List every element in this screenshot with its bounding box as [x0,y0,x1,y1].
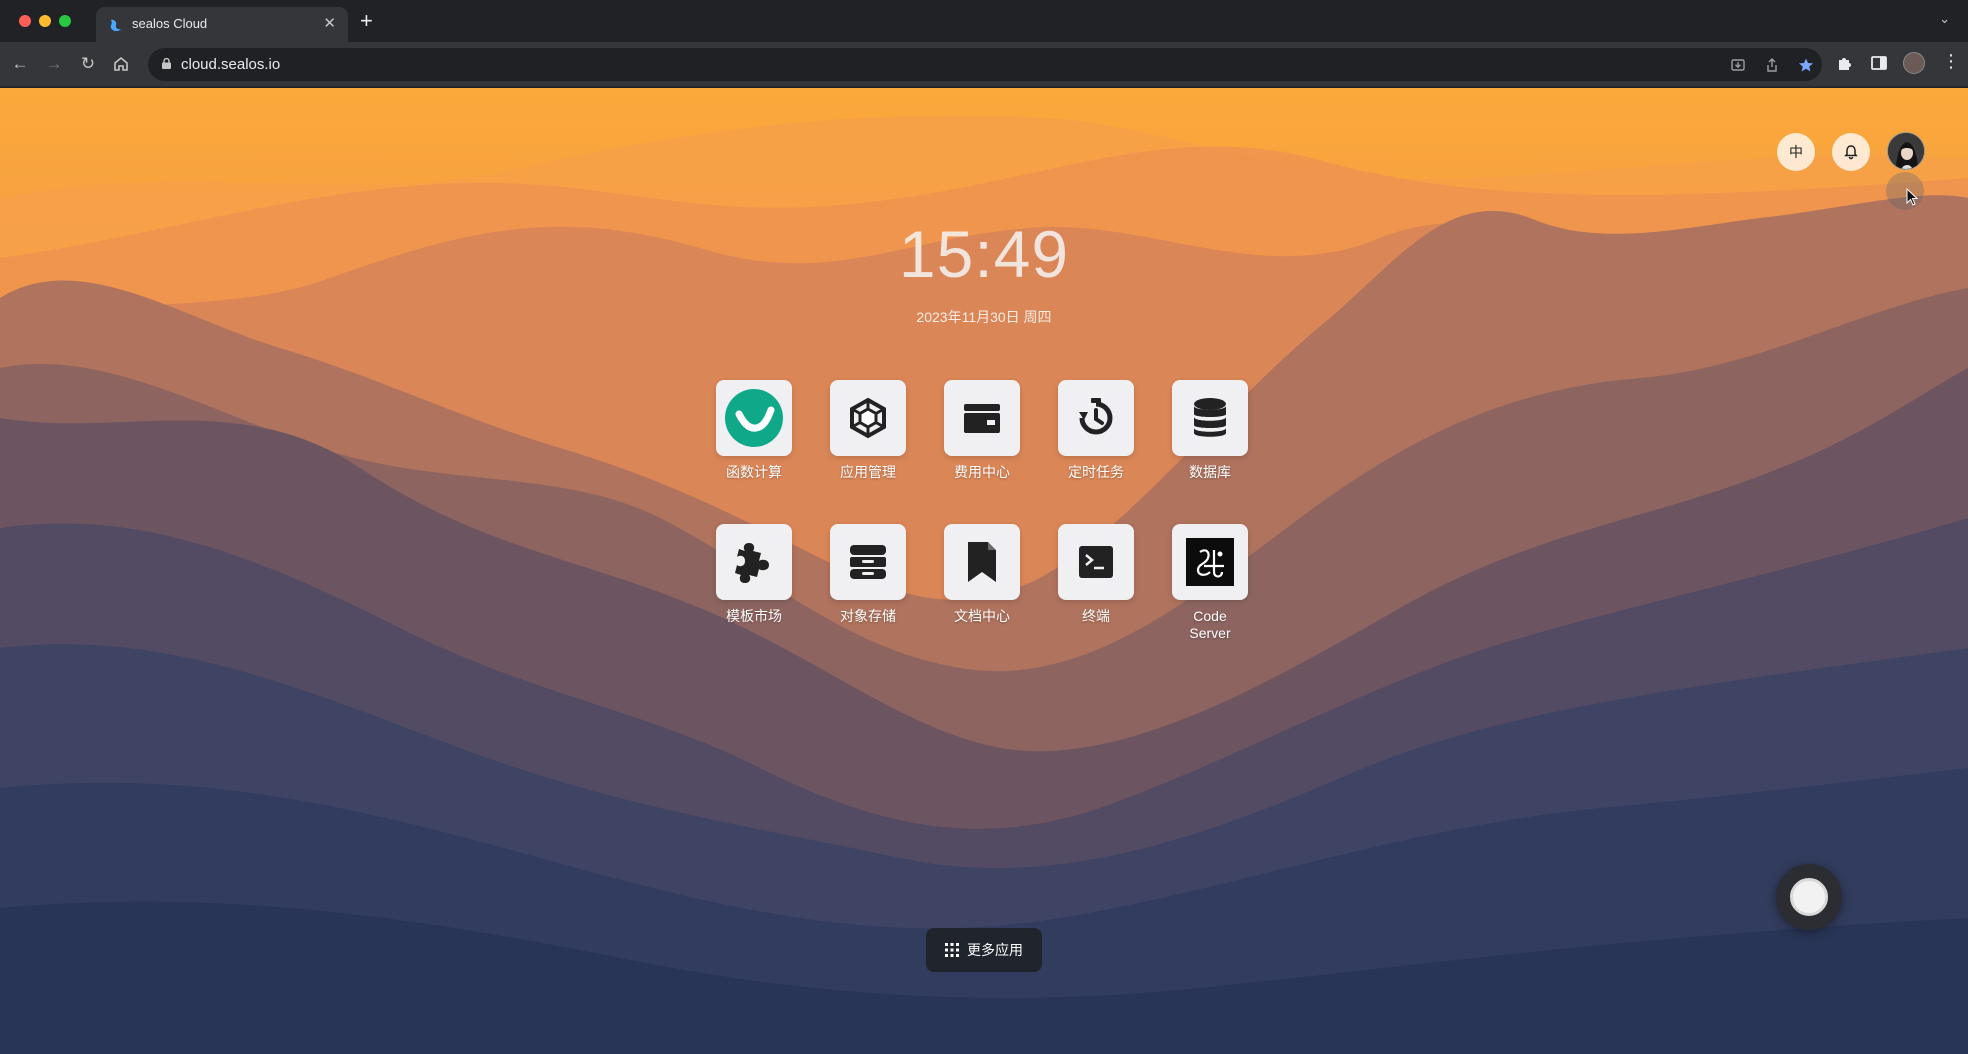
profile-avatar-icon[interactable] [1903,52,1925,74]
app-terminal[interactable]: 终端 [1051,524,1141,625]
url-text: cloud.sealos.io [181,56,281,73]
close-window-button[interactable] [19,15,31,27]
wallet-icon [964,404,1000,433]
tab-search-chevron-icon[interactable]: ⌄ [1939,11,1950,27]
mouse-pointer-icon [1906,188,1918,206]
notifications-button[interactable] [1832,133,1870,171]
browser-menu-icon[interactable]: ⋮ [1942,50,1960,71]
app-tile[interactable] [830,380,906,456]
app-tile[interactable] [944,524,1020,600]
floating-assistant-button[interactable] [1776,864,1842,930]
app-tile[interactable] [716,380,792,456]
hover-indicator [1886,172,1924,210]
more-apps-label: 更多应用 [967,942,1023,958]
address-bar[interactable]: cloud.sealos.io [148,48,1822,81]
share-icon[interactable] [1764,57,1780,73]
side-panel-icon[interactable] [1870,54,1888,72]
puzzle-icon [735,543,769,583]
app-launchpad-icon [850,397,886,439]
app-laf[interactable]: 函数计算 [709,380,799,481]
app-label: 费用中心 [954,464,1010,480]
app-tile[interactable] [716,524,792,600]
stopwatch-icon [1079,398,1113,435]
home-icon[interactable] [112,55,130,73]
app-cronjob[interactable]: 定时任务 [1051,380,1141,481]
database-icon [1194,398,1226,437]
app-docs-center[interactable]: 文档中心 [937,524,1027,625]
app-tile[interactable] [830,524,906,600]
code-server-icon [1186,538,1234,586]
app-label: 模板市场 [726,608,782,624]
app-template-market[interactable]: 模板市场 [709,524,799,625]
desktop-clock: 15:49 [898,217,1070,291]
app-cost-center[interactable]: 费用中心 [937,380,1027,481]
sealos-desktop: 15:49 2023年11月30日 周四 中 函数计算 应用管理 费用中心 定时… [0,88,1968,1054]
sealos-favicon-icon [110,19,121,32]
terminal-icon [1079,546,1113,578]
app-label: 终端 [1082,608,1110,624]
reload-icon[interactable]: ↻ [77,53,99,75]
browser-titlebar: sealos Cloud ✕ + ⌄ [0,0,1968,42]
minimize-window-button[interactable] [39,15,51,27]
laf-icon [725,389,783,447]
floating-button-circle-icon [1790,878,1828,916]
browser-tab[interactable]: sealos Cloud ✕ [96,7,348,42]
app-tile[interactable] [944,380,1020,456]
app-tile[interactable] [1058,380,1134,456]
app-label: 数据库 [1189,464,1231,480]
grid-apps-icon [945,943,959,957]
app-launchpad[interactable]: 应用管理 [823,380,913,481]
back-icon[interactable]: ← [9,53,31,75]
language-label: 中 [1789,144,1803,160]
app-label: 应用管理 [840,464,896,480]
user-avatar[interactable] [1887,132,1925,170]
install-app-icon[interactable] [1730,57,1746,73]
app-tile[interactable] [1172,524,1248,600]
app-tile[interactable] [1172,380,1248,456]
app-label: 定时任务 [1068,464,1124,480]
lock-icon [162,58,171,69]
tab-title: sealos Cloud [132,16,208,31]
app-label: 函数计算 [726,464,782,480]
close-tab-icon[interactable]: ✕ [323,14,336,32]
app-label: 对象存储 [840,608,896,624]
extensions-icon[interactable] [1836,54,1854,72]
app-label: Code Server [1189,608,1231,641]
app-object-storage[interactable]: 对象存储 [823,524,913,625]
bookmark-star-icon[interactable] [1798,57,1814,73]
app-code-server[interactable]: Code Server [1165,524,1255,642]
browser-toolbar: ← → ↻ cloud.sealos.io ⋮ [0,42,1968,87]
language-switch-button[interactable]: 中 [1777,133,1815,171]
desktop-date: 2023年11月30日 周四 [916,309,1052,325]
app-tile[interactable] [1058,524,1134,600]
storage-cabinet-icon [850,545,886,579]
bell-icon [1844,145,1858,160]
more-apps-button[interactable]: 更多应用 [926,928,1042,972]
app-database[interactable]: 数据库 [1165,380,1255,481]
forward-icon[interactable]: → [43,53,65,75]
bookmark-doc-icon [968,542,996,582]
app-label: 文档中心 [954,608,1010,624]
zoom-window-button[interactable] [59,15,71,27]
new-tab-button[interactable]: + [360,8,373,34]
